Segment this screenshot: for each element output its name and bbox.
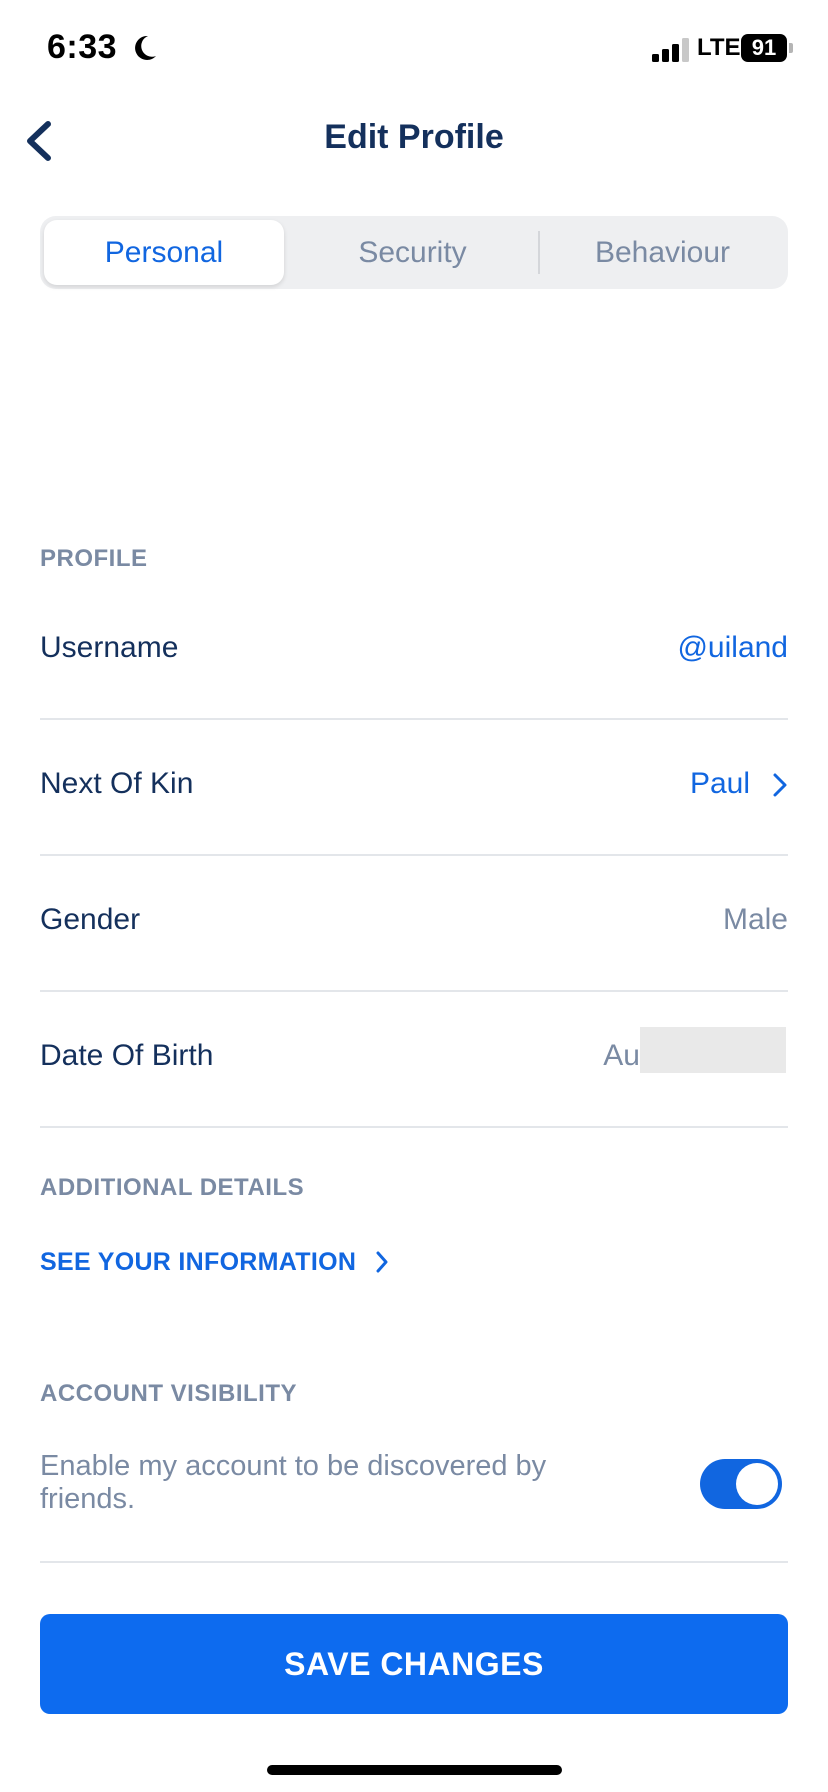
save-changes-button[interactable]: SAVE CHANGES — [40, 1614, 788, 1714]
see-your-information-link[interactable]: SEE YOUR INFORMATION — [40, 1248, 356, 1277]
gender-value: Male — [722, 903, 788, 936]
segmented-tabs: Personal Security Behaviour — [40, 216, 788, 289]
additional-section-title: ADDITIONAL DETAILS — [40, 1174, 305, 1201]
battery-cap — [789, 43, 793, 53]
divider — [40, 1561, 788, 1563]
username-value: @uiland — [677, 631, 788, 664]
battery-level: 91 — [751, 35, 777, 60]
battery-icon: 91 — [741, 34, 787, 62]
status-time: 6:33 — [47, 28, 118, 66]
network-label: LTE — [697, 34, 741, 61]
page-title: Edit Profile — [324, 118, 504, 156]
profile-section-title: PROFILE — [40, 545, 148, 572]
redaction-box — [640, 1027, 786, 1073]
moon-icon — [135, 35, 156, 60]
username-label: Username — [40, 631, 179, 664]
tab-security[interactable]: Security — [290, 216, 535, 289]
visibility-section-title: ACCOUNT VISIBILITY — [40, 1380, 298, 1407]
home-indicator — [267, 1765, 562, 1775]
status-bar: 6:33 LTE 91 — [0, 0, 828, 100]
gender-row[interactable]: Gender Male — [40, 856, 788, 992]
signal-icon — [652, 38, 689, 62]
toggle-knob — [736, 1463, 778, 1505]
tab-personal[interactable]: Personal — [44, 216, 284, 289]
date-of-birth-value: Au — [603, 1039, 640, 1072]
chevron-right-icon — [376, 1251, 388, 1273]
visibility-toggle[interactable] — [700, 1459, 782, 1509]
date-of-birth-label: Date Of Birth — [40, 1039, 214, 1072]
visibility-description: Enable my account to be discovered by fr… — [40, 1450, 547, 1515]
username-row[interactable]: Username @uiland — [40, 584, 788, 720]
date-of-birth-row[interactable]: Date Of Birth Au — [40, 992, 788, 1128]
next-of-kin-value: Paul — [689, 767, 750, 800]
next-of-kin-row[interactable]: Next Of Kin Paul — [40, 720, 788, 856]
tab-behaviour[interactable]: Behaviour — [540, 216, 785, 289]
gender-label: Gender — [40, 903, 141, 936]
next-of-kin-label: Next Of Kin — [40, 767, 194, 800]
chevron-right-icon — [773, 773, 787, 797]
